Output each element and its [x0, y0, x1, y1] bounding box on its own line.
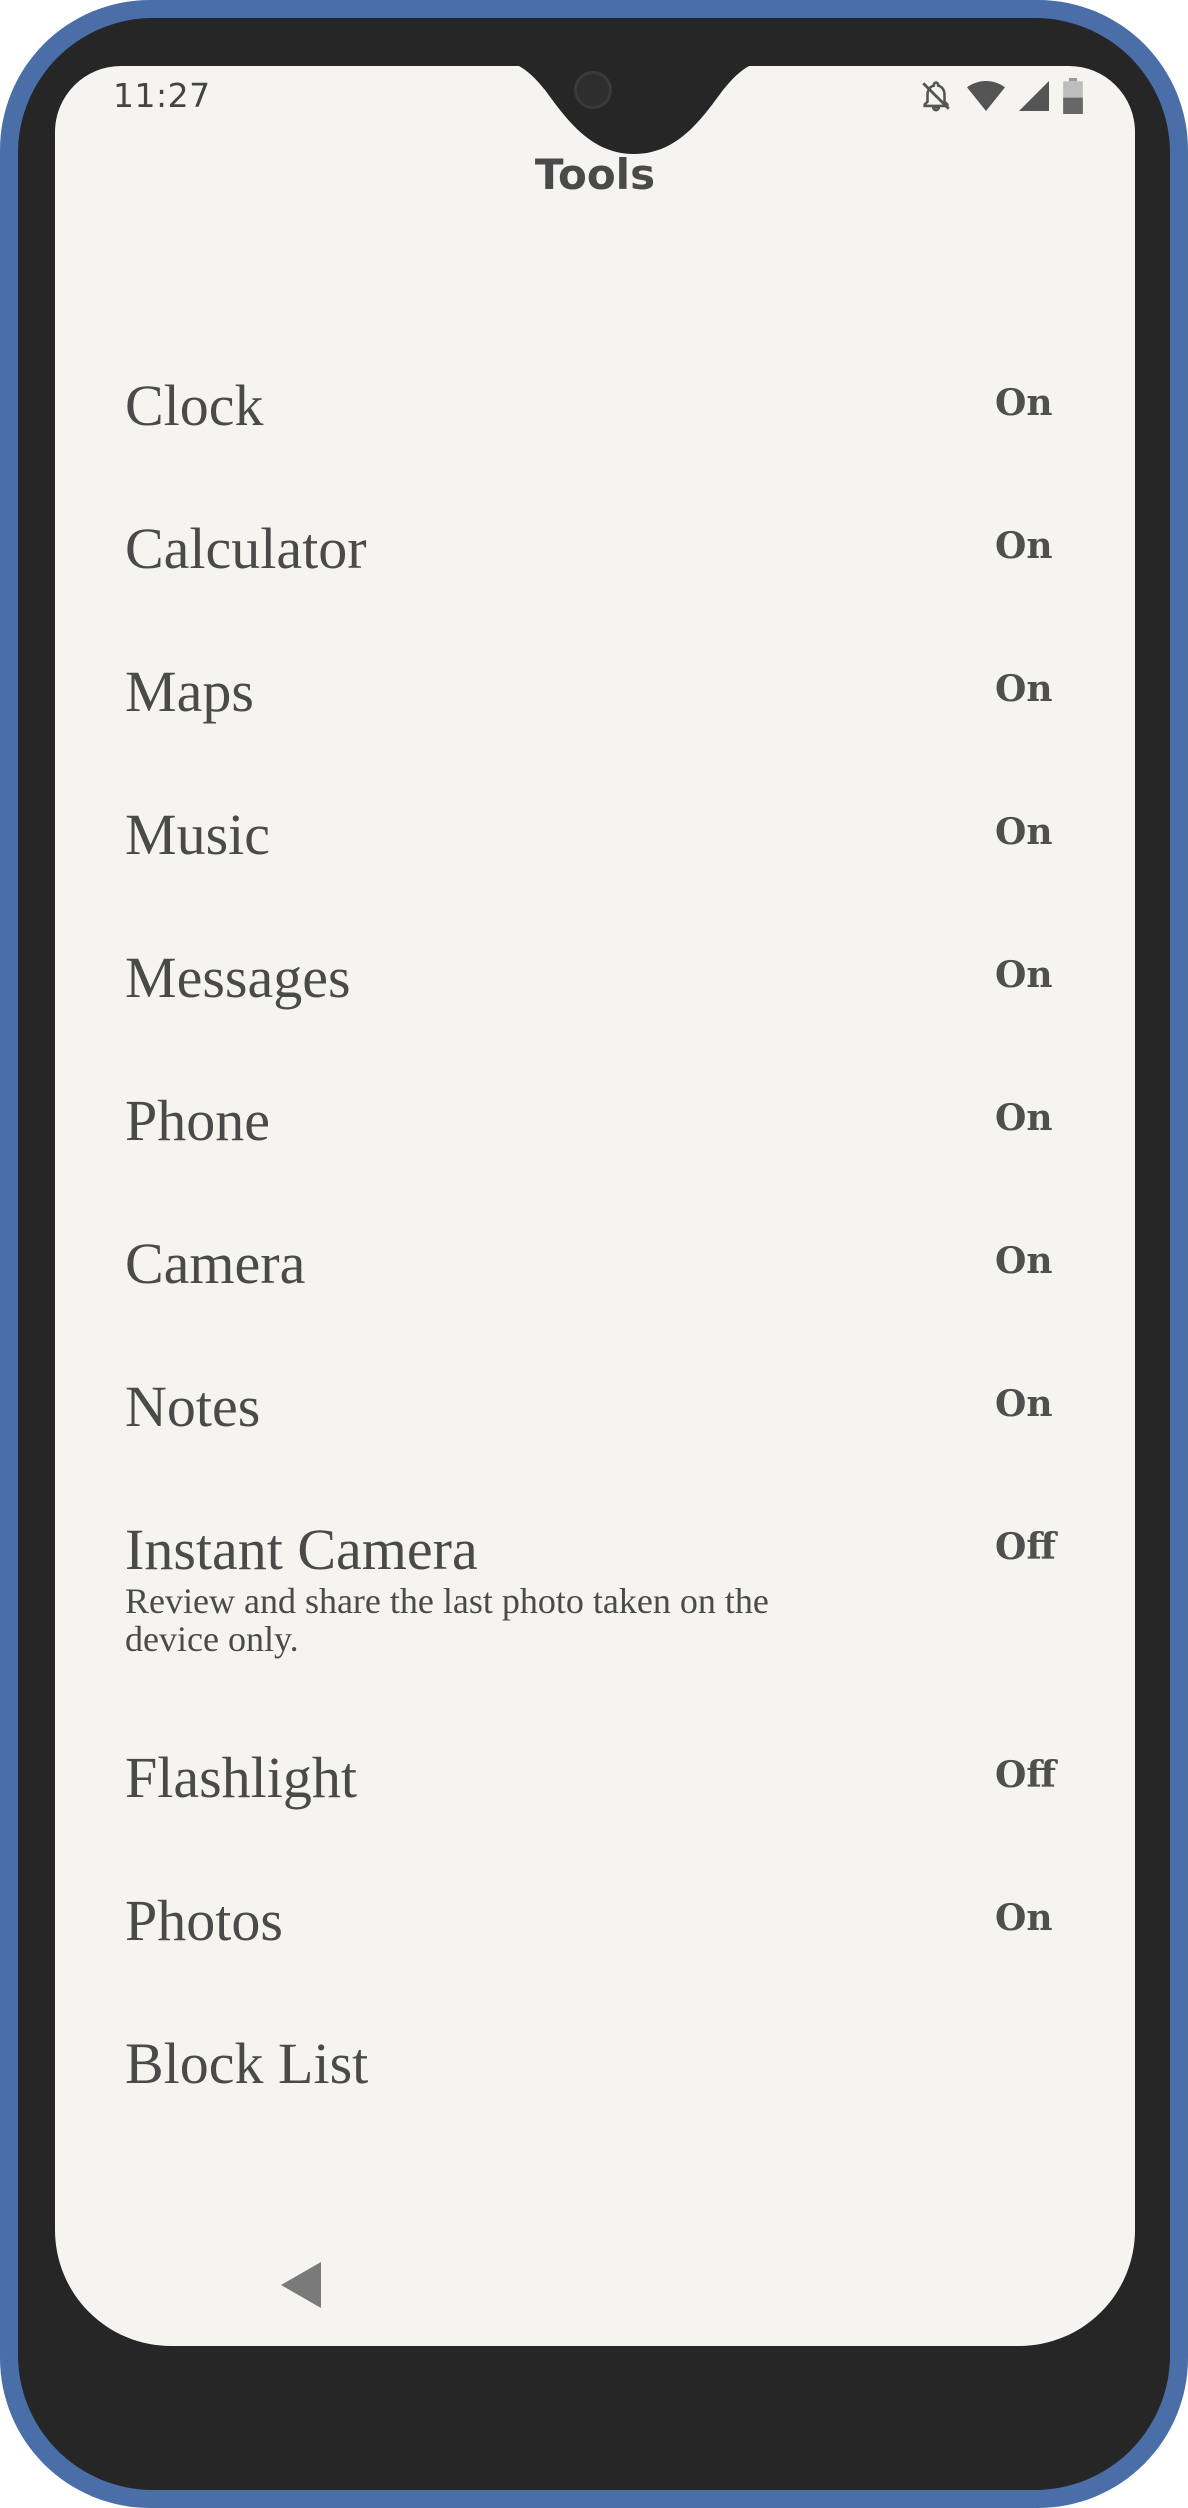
tool-label: Camera: [125, 1231, 306, 1296]
tool-row-photos[interactable]: Photos On: [125, 1887, 1105, 1997]
tool-description: Review and share the last photo taken on…: [125, 1581, 769, 1659]
signal-icon: [1019, 81, 1049, 111]
tool-state[interactable]: On: [995, 811, 1105, 853]
tool-row-flashlight[interactable]: Flashlight Off: [125, 1744, 1105, 1854]
tool-label: Photos: [125, 1888, 283, 1953]
tool-state[interactable]: On: [995, 668, 1105, 710]
page-title: Tools: [534, 150, 656, 199]
tool-row-instant-camera[interactable]: Instant Camera Off Review and share the …: [125, 1516, 1105, 1676]
tool-state[interactable]: Off: [995, 1526, 1105, 1568]
tool-label: Flashlight: [125, 1745, 358, 1810]
screen: 11:27 Tools Clock On Calculator On Maps …: [55, 66, 1135, 2346]
tool-label: Messages: [125, 945, 351, 1010]
tool-row-clock[interactable]: Clock On: [125, 372, 1105, 482]
tool-label: Block List: [125, 2031, 369, 2096]
status-time: 11:27: [113, 76, 211, 115]
front-camera: [574, 71, 612, 109]
back-triangle-icon[interactable]: [281, 2262, 321, 2313]
tool-state[interactable]: On: [995, 1240, 1105, 1282]
status-icons: [919, 78, 1083, 114]
notifications-off-icon: [919, 79, 953, 113]
tool-row-phone[interactable]: Phone On: [125, 1087, 1105, 1197]
tool-label: Instant Camera: [125, 1517, 478, 1582]
tool-row-maps[interactable]: Maps On: [125, 658, 1105, 768]
tool-row-messages[interactable]: Messages On: [125, 944, 1105, 1054]
tool-row-camera[interactable]: Camera On: [125, 1230, 1105, 1340]
tool-state[interactable]: On: [995, 525, 1105, 567]
tool-row-block-list[interactable]: Block List: [125, 2030, 1105, 2140]
display-notch: [518, 66, 750, 154]
tool-label: Music: [125, 802, 270, 867]
tool-label: Clock: [125, 373, 264, 438]
tool-label: Calculator: [125, 516, 367, 581]
tool-state[interactable]: On: [995, 954, 1105, 996]
tool-label: Phone: [125, 1088, 270, 1153]
tool-state[interactable]: On: [995, 1097, 1105, 1139]
tool-row-notes[interactable]: Notes On: [125, 1373, 1105, 1483]
tool-state[interactable]: On: [995, 1383, 1105, 1425]
wifi-icon: [967, 81, 1005, 111]
tool-label: Maps: [125, 659, 254, 724]
tool-label: Notes: [125, 1374, 261, 1439]
battery-icon: [1063, 78, 1083, 114]
tool-state[interactable]: Off: [995, 1754, 1105, 1796]
tool-row-calculator[interactable]: Calculator On: [125, 515, 1105, 625]
tool-state[interactable]: On: [995, 382, 1105, 424]
tool-state[interactable]: On: [995, 1897, 1105, 1939]
tool-row-music[interactable]: Music On: [125, 801, 1105, 911]
